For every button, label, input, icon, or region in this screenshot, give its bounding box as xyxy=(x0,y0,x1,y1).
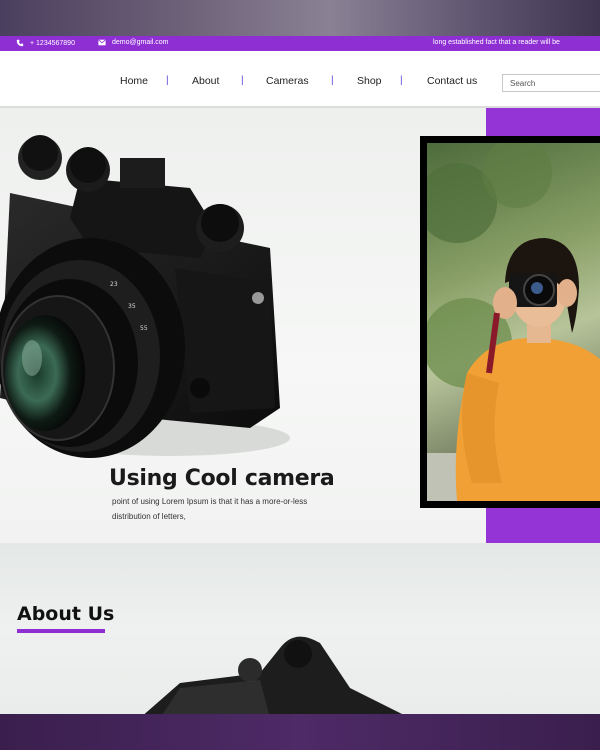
svg-text:55: 55 xyxy=(140,325,148,332)
marquee-text: long established fact that a reader will… xyxy=(433,39,560,46)
svg-text:35: 35 xyxy=(128,303,136,310)
photographer-photo xyxy=(427,143,600,501)
phone-contact[interactable]: + 1234567890 xyxy=(16,39,75,47)
nav-separator: | xyxy=(241,75,244,86)
nav-link-contact[interactable]: Contact us xyxy=(427,75,477,87)
about-title-underline xyxy=(17,629,105,633)
about-section: About Us xyxy=(0,543,600,714)
blurred-backdrop-top xyxy=(0,0,600,36)
nav-separator: | xyxy=(331,75,334,86)
nav-link-home[interactable]: Home xyxy=(120,75,148,87)
featured-photo-frame xyxy=(420,136,600,508)
hero-title: Using Cool camera xyxy=(109,466,335,491)
blurred-backdrop-bottom xyxy=(0,714,600,750)
hero-section: 23 35 55 Using Cool camera point of usin… xyxy=(0,108,600,543)
hero-subtitle: point of using Lorem Ipsum is that it ha… xyxy=(112,497,308,521)
nav-separator: | xyxy=(166,75,169,86)
nav-link-cameras[interactable]: Cameras xyxy=(266,75,309,87)
nav-separator: | xyxy=(400,75,403,86)
phone-number: + 1234567890 xyxy=(30,39,75,47)
email-contact[interactable]: demo@gmail.com xyxy=(98,39,169,46)
photographer-illustration xyxy=(427,143,600,501)
about-title: About Us xyxy=(17,603,115,625)
website-page: + 1234567890 demo@gmail.com long establi… xyxy=(0,36,600,714)
camera-image: 23 35 55 xyxy=(0,135,290,458)
mail-icon xyxy=(98,39,106,46)
about-camera-image xyxy=(144,636,402,714)
top-info-bar: + 1234567890 demo@gmail.com long establi… xyxy=(0,36,600,51)
main-navigation: Home | About | Cameras | Shop | Contact … xyxy=(0,51,600,108)
nav-link-about[interactable]: About xyxy=(192,75,219,87)
search-input[interactable] xyxy=(502,74,600,92)
email-address: demo@gmail.com xyxy=(112,39,169,46)
svg-text:23: 23 xyxy=(110,281,118,288)
phone-icon xyxy=(16,39,24,47)
nav-link-shop[interactable]: Shop xyxy=(357,75,382,87)
